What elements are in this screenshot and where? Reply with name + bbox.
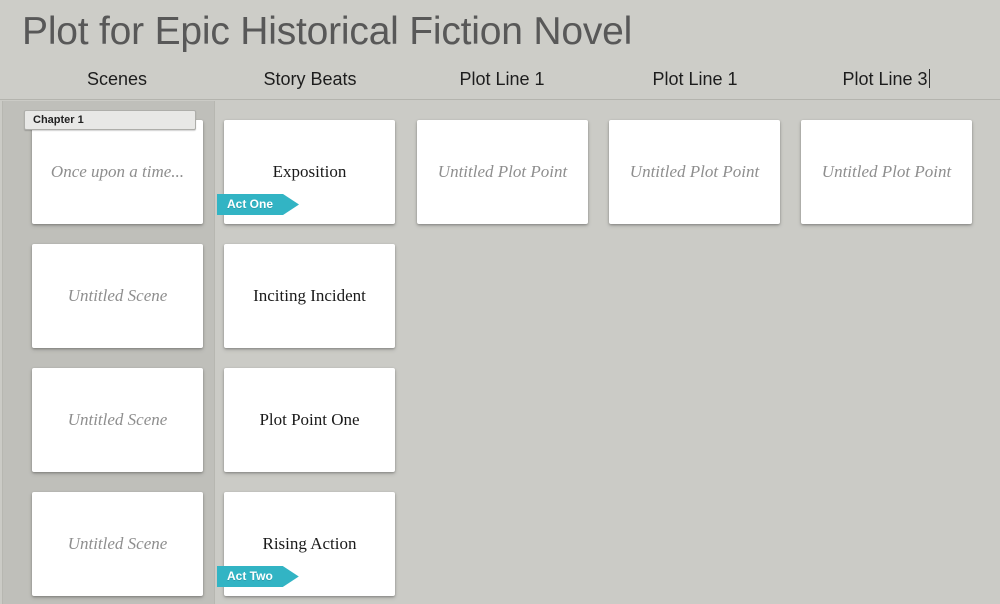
card-story-beats-3[interactable]: Plot Point One (224, 368, 395, 472)
column-header-4[interactable]: Plot Line 1 (605, 66, 785, 92)
column-header-label: Scenes (86, 69, 148, 89)
card-title: Inciting Incident (253, 286, 366, 305)
column-header-5[interactable]: Plot Line 3 (796, 66, 976, 92)
card-title: Untitled Plot Point (437, 162, 568, 181)
column-header-label: Plot Line 1 (459, 69, 545, 89)
card-story-beats-2[interactable]: Inciting Incident (224, 244, 395, 348)
card-scenes-1[interactable]: Once upon a time... (32, 120, 203, 224)
column-header-label: Plot Line 3 (842, 69, 928, 89)
card-scenes-4[interactable]: Untitled Scene (32, 492, 203, 596)
card-title: Untitled Plot Point (629, 162, 760, 181)
card-scenes-3[interactable]: Untitled Scene (32, 368, 203, 472)
card-title: Untitled Scene (67, 286, 168, 305)
card-plot-line-2-1[interactable]: Untitled Plot Point (609, 120, 780, 224)
card-plot-line-3-1[interactable]: Untitled Plot Point (801, 120, 972, 224)
column-header-3[interactable]: Plot Line 1 (412, 66, 592, 92)
act-badge[interactable]: Act Two (217, 566, 299, 587)
board-canvas[interactable]: Once upon a time... Untitled Scene Untitle… (0, 101, 1000, 604)
plot-board-app: Plot for Epic Historical Fiction Novel S… (0, 0, 1000, 604)
column-header-label: Story Beats (263, 69, 357, 89)
card-plot-line-1-1[interactable]: Untitled Plot Point (417, 120, 588, 224)
card-title: Plot Point One (259, 410, 360, 429)
chapter-tab[interactable]: Chapter 1 (24, 110, 196, 130)
scenes-column-divider (214, 101, 215, 604)
page-title[interactable]: Plot for Epic Historical Fiction Novel (22, 8, 632, 56)
card-story-beats-1[interactable]: Exposition Act One (224, 120, 395, 224)
card-title: Untitled Scene (67, 534, 168, 553)
column-header-label: Plot Line 1 (652, 69, 738, 89)
text-caret (928, 69, 930, 88)
card-title: Exposition (272, 162, 347, 181)
card-title: Untitled Plot Point (821, 162, 952, 181)
act-badge[interactable]: Act One (217, 194, 299, 215)
card-title: Untitled Scene (67, 410, 168, 429)
card-scenes-2[interactable]: Untitled Scene (32, 244, 203, 348)
column-header-row: Scenes Story Beats Plot Line 1 Plot Line 1 P… (0, 66, 1000, 98)
card-title: Rising Action (262, 534, 357, 553)
card-story-beats-4[interactable]: Rising Action Act Two (224, 492, 395, 596)
board-header: Plot for Epic Historical Fiction Novel S… (0, 0, 1000, 100)
column-header-1[interactable]: Scenes (27, 66, 207, 92)
card-title: Once upon a time... (50, 162, 185, 181)
column-header-2[interactable]: Story Beats (220, 66, 400, 92)
